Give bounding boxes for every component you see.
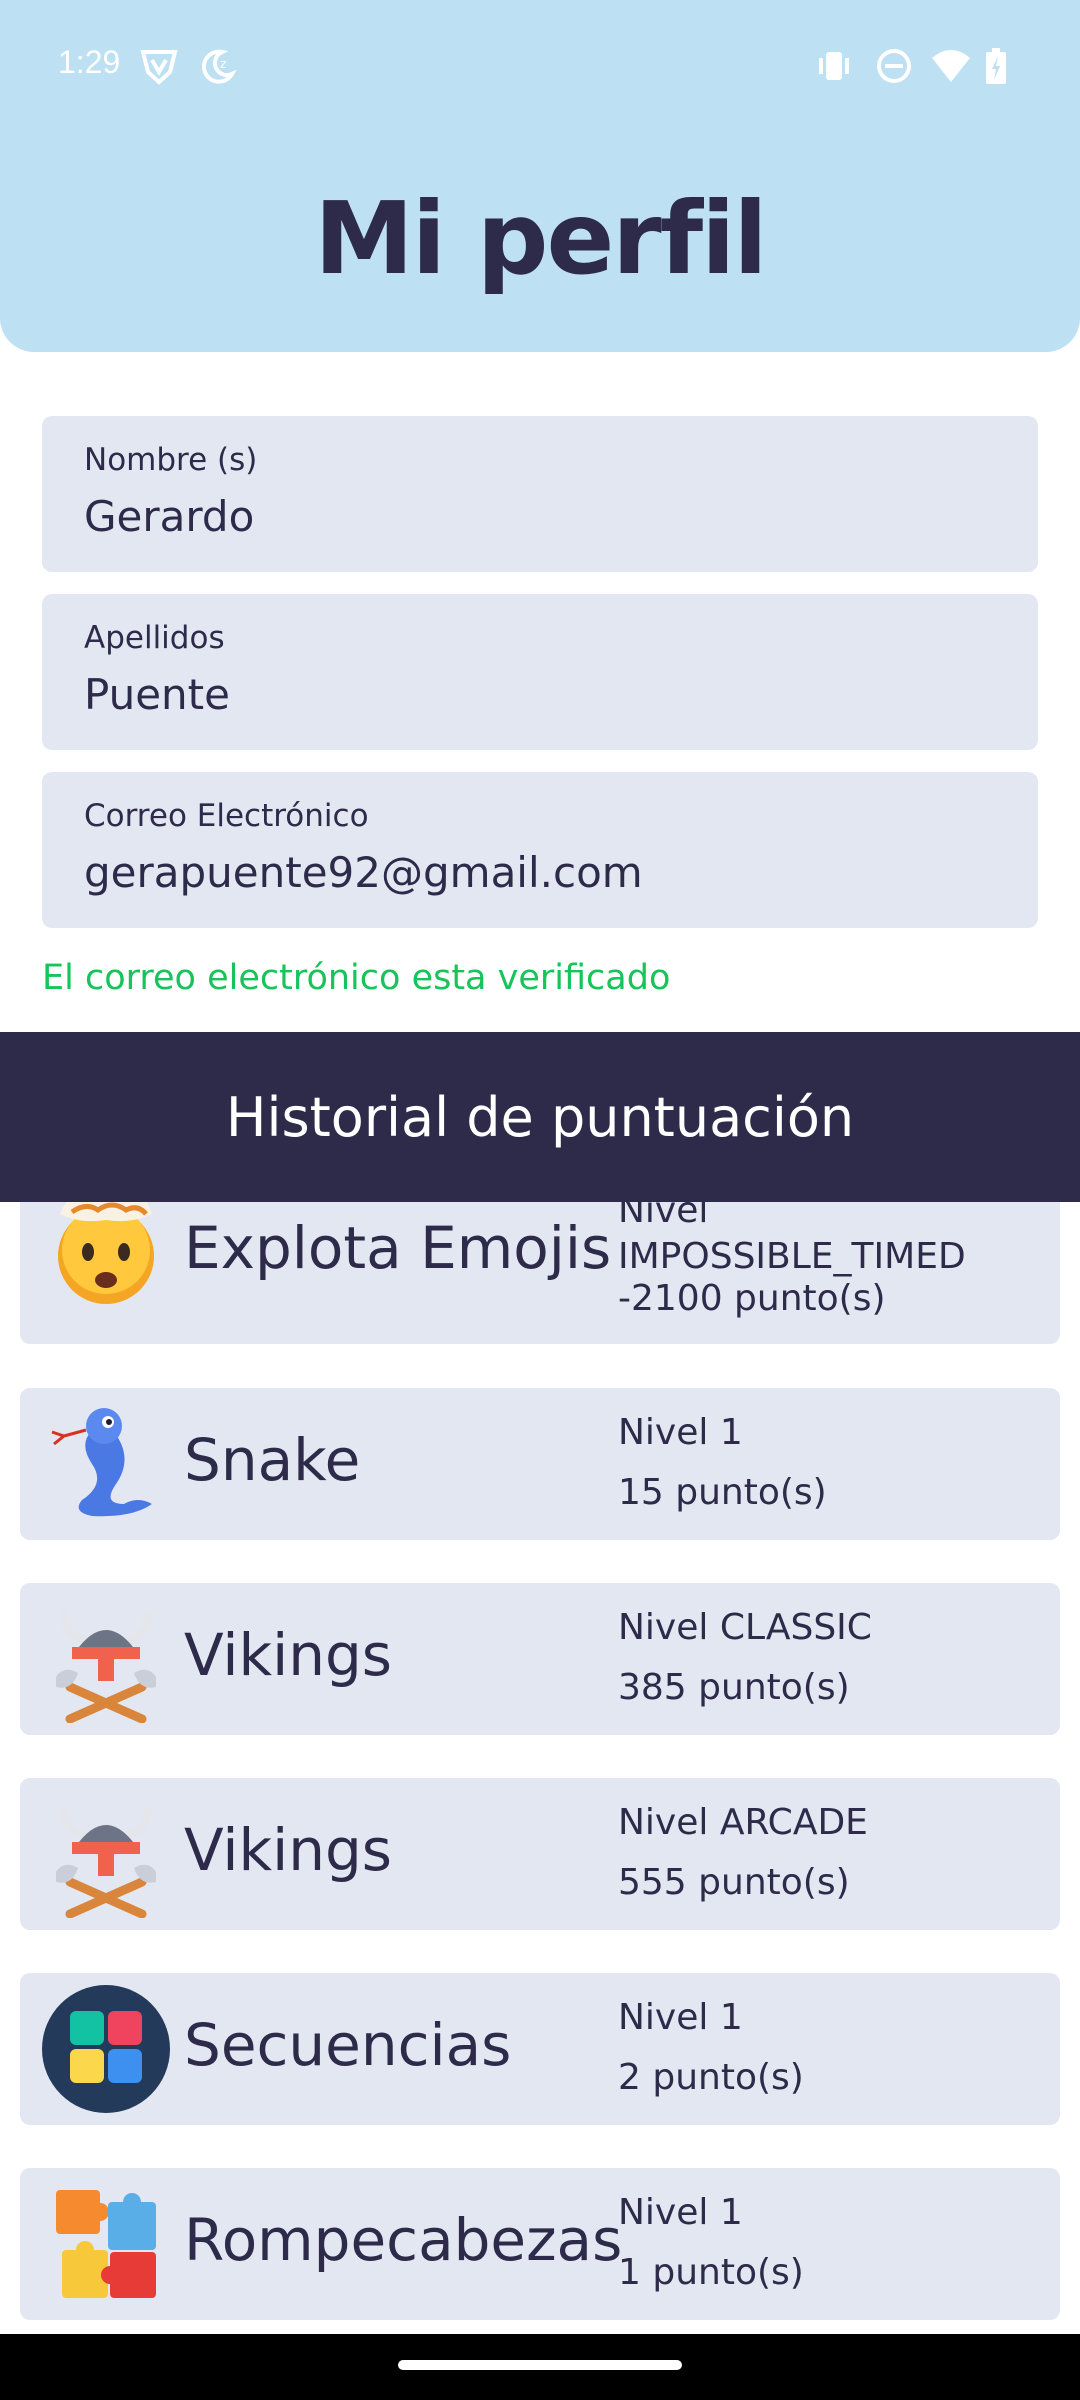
last-name-value[interactable]: Puente (84, 670, 230, 719)
moon-icon: z (201, 49, 237, 84)
game-score: 385 punto(s) (618, 1667, 850, 1708)
status-time: 1:29 (58, 44, 121, 80)
score-history-header: Historial de puntuación (0, 1032, 1080, 1202)
home-gesture-handle[interactable] (398, 2360, 682, 2370)
score-card-explota-emojis[interactable]: Explota Emojis Nivel IMPOSSIBLE_TIMED -2… (20, 1202, 1060, 1344)
viking-helmet-axes-icon (56, 1806, 156, 1918)
score-history-list[interactable]: Explota Emojis Nivel IMPOSSIBLE_TIMED -2… (0, 1202, 1080, 2334)
color-squares-icon (42, 1985, 170, 2113)
last-name-field[interactable]: Apellidos Puente (42, 594, 1038, 750)
score-card-secuencias[interactable]: Secuencias Nivel 1 2 punto(s) (20, 1973, 1060, 2125)
page-title: Mi perfil (314, 180, 767, 297)
game-name: Rompecabezas (184, 2206, 623, 2274)
game-level: Nivel IMPOSSIBLE_TIMED (618, 1202, 966, 1277)
score-card-vikings-arcade[interactable]: Vikings Nivel ARCADE 555 punto(s) (20, 1778, 1060, 1930)
viking-helmet-axes-icon (56, 1611, 156, 1723)
game-level: Nivel CLASSIC (618, 1607, 872, 1648)
last-name-label: Apellidos (84, 620, 225, 656)
game-name: Snake (184, 1426, 361, 1494)
system-navigation-bar (0, 2334, 1080, 2400)
first-name-value[interactable]: Gerardo (84, 492, 254, 541)
game-level: Nivel 1 (618, 1997, 743, 2038)
puzzle-pieces-icon (56, 2190, 156, 2298)
email-verified-message: El correo electrónico esta verificado (42, 958, 671, 998)
status-bar: 1:29 z (0, 0, 1080, 130)
first-name-label: Nombre (s) (84, 442, 258, 478)
game-name: Explota Emojis (184, 1214, 612, 1282)
profile-header: 1:29 z Mi perfil (0, 0, 1080, 352)
email-field[interactable]: Correo Electrónico gerapuente92@gmail.co… (42, 772, 1038, 928)
game-score: 1 punto(s) (618, 2252, 804, 2293)
battery-charging-icon (986, 48, 1006, 84)
game-level: Nivel 1 (618, 1412, 743, 1453)
game-score: 555 punto(s) (618, 1862, 850, 1903)
game-score: 2 punto(s) (618, 2057, 804, 2098)
exploding-head-emoji-icon (58, 1202, 154, 1304)
game-score: -2100 punto(s) (618, 1278, 886, 1319)
game-level: Nivel ARCADE (618, 1802, 868, 1843)
game-name: Vikings (184, 1816, 393, 1884)
game-level: Nivel 1 (618, 2192, 743, 2233)
vibrate-icon (819, 52, 849, 80)
wifi-icon (932, 50, 970, 82)
do-not-disturb-icon (877, 49, 911, 83)
score-card-snake[interactable]: Snake Nivel 1 15 punto(s) (20, 1388, 1060, 1540)
shield-v-icon (140, 50, 178, 85)
score-card-rompecabezas[interactable]: Rompecabezas Nivel 1 1 punto(s) (20, 2168, 1060, 2320)
game-name: Secuencias (184, 2011, 512, 2079)
svg-text:z: z (220, 57, 226, 71)
score-history-title: Historial de puntuación (225, 1085, 855, 1149)
email-label: Correo Electrónico (84, 798, 369, 834)
email-value[interactable]: gerapuente92@gmail.com (84, 848, 643, 897)
first-name-field[interactable]: Nombre (s) Gerardo (42, 416, 1038, 572)
game-name: Vikings (184, 1621, 393, 1689)
game-score: 15 punto(s) (618, 1472, 827, 1513)
score-card-vikings-classic[interactable]: Vikings Nivel CLASSIC 385 punto(s) (20, 1583, 1060, 1735)
snake-icon (51, 1408, 152, 1517)
